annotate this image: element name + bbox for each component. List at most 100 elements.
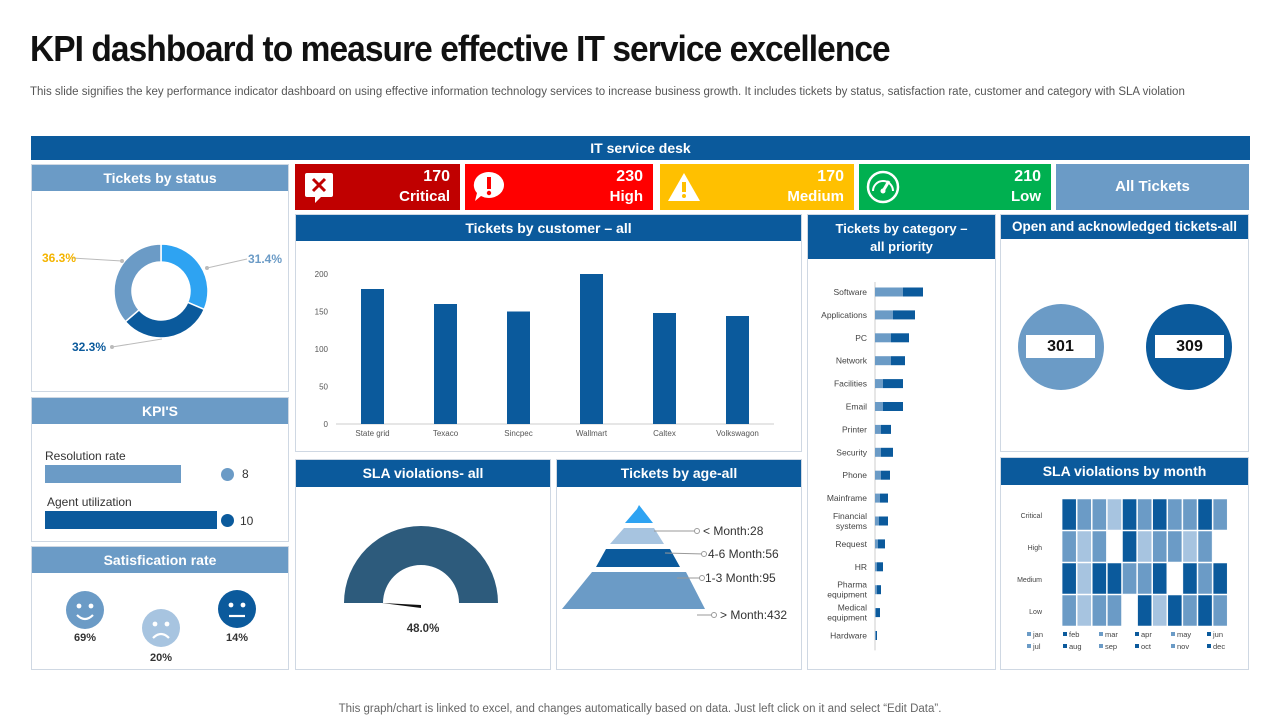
legend-swatch (1171, 644, 1175, 648)
bar (875, 333, 891, 343)
kpis-panel: KPI'S Resolution rate 8 Agent utilizatio… (31, 397, 289, 542)
legend-swatch (1099, 644, 1103, 648)
heatmap-cell (1182, 594, 1198, 627)
pyramid-level (610, 528, 664, 544)
all-tickets-button[interactable]: All Tickets (1056, 164, 1249, 210)
category-label: PC (855, 333, 867, 343)
category-label: Pharma (837, 580, 867, 590)
category-label: Hardware (830, 631, 867, 641)
heatmap-cell (1167, 562, 1183, 595)
satisfaction-sad-value: 20% (150, 652, 172, 664)
heatmap-cell (1122, 498, 1137, 531)
donut-slice (160, 243, 209, 311)
bar (881, 424, 891, 434)
heatmap-cell (1137, 562, 1152, 595)
legend-swatch (1207, 644, 1211, 648)
tickets-by-status-donut: 36.3% 31.4% 32.3% (42, 243, 282, 354)
legend-swatch (1207, 632, 1211, 636)
category-label: Security (836, 447, 867, 457)
category-title-line1: Tickets by category – (835, 221, 968, 236)
category-label: Facilities (834, 379, 867, 389)
tickets-by-category-chart: Software Applications PC Network Facilities E… (821, 282, 923, 651)
heatmap-cell (1152, 530, 1168, 563)
heatmap-cell (1092, 562, 1107, 595)
bar (875, 585, 877, 595)
bar (875, 493, 880, 503)
open-tickets-value: 301 (1024, 333, 1097, 360)
heatmap-cell (1061, 594, 1077, 627)
age-label-3: 1-3 Month:95 (705, 571, 776, 585)
heatmap-cell (1122, 594, 1137, 627)
heatmap-cell (1212, 498, 1228, 531)
happy-face-icon (66, 591, 104, 629)
legend-swatch (1171, 632, 1175, 636)
bar (580, 274, 603, 424)
bar (879, 516, 888, 526)
sla-gauge-needle (382, 603, 421, 608)
category-label: HR (855, 562, 867, 572)
heatmap-cell (1197, 498, 1213, 531)
heatmap-cell (1167, 530, 1183, 563)
status-card-high[interactable]: 230 High (465, 164, 653, 210)
critical-label: Critical (399, 188, 450, 205)
heatmap-row-label: Medium (1017, 577, 1042, 584)
tickets-by-status-title: Tickets by status (32, 165, 288, 191)
it-service-desk-banner: IT service desk (31, 136, 1250, 160)
sla-violations-all-title: SLA violations- all (296, 460, 550, 487)
bar (361, 289, 384, 424)
bar (903, 287, 923, 297)
acknowledged-tickets-value: 309 (1153, 333, 1226, 360)
bar (883, 402, 903, 411)
heatmap-cell (1107, 562, 1122, 595)
donut-slice (113, 243, 162, 323)
tickets-by-age-title: Tickets by age-all (557, 460, 801, 487)
legend-swatch (1135, 632, 1139, 636)
bar (875, 516, 879, 526)
heatmap-cell (1107, 594, 1122, 627)
page-subtitle: This slide signifies the key performance… (30, 86, 1185, 98)
legend-label: apr (1141, 630, 1152, 639)
x-tick-label: State grid (355, 429, 389, 438)
y-tick-label: 150 (315, 308, 329, 317)
page-title: KPI dashboard to measure effective IT se… (30, 28, 891, 69)
bar (891, 333, 909, 343)
high-label: High (609, 188, 643, 205)
heatmap-cell (1061, 498, 1077, 531)
bar (876, 608, 880, 618)
medium-count: 170 (817, 168, 844, 185)
bar (875, 356, 891, 366)
satisfaction-panel: Satisfication rate 69% 20% 14% (31, 546, 289, 670)
heatmap-cell (1046, 594, 1062, 627)
heatmap-row-label: Low (1029, 609, 1043, 616)
sla-by-month-heatmap: Critical High Medium Low jan feb mar apr may jun j… (1017, 498, 1228, 651)
agent-utilization-dot (221, 514, 234, 527)
bar (878, 539, 885, 549)
status-card-critical[interactable]: 170 Critical (295, 164, 460, 210)
bar (726, 316, 749, 424)
bar (875, 402, 883, 411)
satisfaction-title: Satisfication rate (32, 547, 288, 573)
sla-gauge-value: 48.0% (407, 623, 440, 635)
category-label: Printer (842, 424, 867, 434)
category-label: equipment (827, 613, 867, 623)
heatmap-cell (1197, 530, 1213, 563)
category-title-line2: all priority (870, 239, 933, 254)
status-card-low[interactable]: 210 Low (859, 164, 1051, 210)
exclamation-bubble-icon (473, 171, 504, 201)
heatmap-cell (1076, 530, 1092, 563)
heatmap-cell (1167, 498, 1183, 531)
status-label-1: 36.3% (42, 251, 76, 265)
heatmap-cell (1182, 562, 1198, 595)
bar (883, 379, 903, 389)
age-label-2: 4-6 Month:56 (708, 547, 779, 561)
heatmap-cell (1137, 594, 1152, 627)
bar (875, 470, 881, 480)
status-card-medium[interactable]: 170 Medium (660, 164, 854, 210)
x-alert-icon (305, 173, 333, 203)
heatmap-cell (1137, 498, 1152, 531)
low-count: 210 (1014, 168, 1041, 185)
heatmap-cell (1122, 530, 1137, 563)
category-label: Request (835, 539, 867, 549)
sla-by-month-title: SLA violations by month (1001, 458, 1248, 485)
tickets-by-customer-panel: Tickets by customer – all 0 50 100 150 200 St… (295, 214, 802, 452)
